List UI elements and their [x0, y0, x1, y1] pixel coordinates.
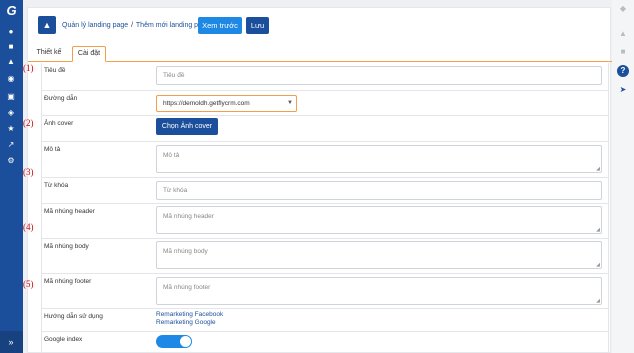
remarketing-facebook-link[interactable]: Remarketing Facebook [156, 311, 223, 319]
annotation-marker: (3) [23, 167, 34, 177]
resize-handle-icon[interactable]: ◢ [596, 167, 600, 172]
description-placeholder: Mô tả [163, 152, 180, 159]
body-code-placeholder: Mã nhúng body [163, 248, 208, 255]
star-icon[interactable]: ★ [4, 124, 18, 134]
team-icon[interactable]: ▲ [4, 57, 18, 67]
remarketing-google-link[interactable]: Remarketing Google [156, 319, 223, 327]
breadcrumb-separator: / [131, 22, 134, 29]
preview-button[interactable]: Xem trước [198, 17, 242, 34]
keywords-input[interactable]: Từ khóa [156, 181, 602, 200]
right-rail: ◆ ▲ ■ ? ➤ [612, 0, 634, 353]
target-icon[interactable]: ◉ [4, 74, 18, 84]
path-select[interactable]: https://demoldh.getflycrm.com ▼ [156, 95, 297, 112]
sidebar-footer: » [0, 331, 23, 353]
user-icon[interactable]: ● [4, 27, 18, 37]
choose-cover-button[interactable]: Chọn Ảnh cover [156, 118, 218, 135]
path-label: Đường dẫn [44, 95, 78, 102]
body-code-textarea[interactable]: Mã nhúng body ◢ [156, 241, 602, 269]
header-code-textarea[interactable]: Mã nhúng header ◢ [156, 206, 602, 234]
body-code-row: Mã nhúng body Mã nhúng body ◢ [42, 239, 608, 274]
path-row: Đường dẫn https://demoldh.getflycrm.com … [42, 91, 608, 116]
title-label: Tiêu đề [44, 67, 66, 74]
briefcase-icon[interactable]: ■ [4, 42, 18, 52]
resize-handle-icon[interactable]: ◢ [596, 299, 600, 304]
tab-design[interactable]: Thiết kế [36, 46, 62, 62]
tag-icon[interactable]: ◆ [617, 3, 629, 15]
keywords-row: Từ khóa Từ khóa [42, 178, 608, 204]
chat-icon[interactable]: ■ [617, 46, 629, 58]
footer-code-row: Mã nhúng footer Mã nhúng footer ◢ [42, 274, 608, 309]
main-card: ▲ Quản lý landing page / Thêm mới landin… [27, 7, 612, 353]
resize-handle-icon[interactable]: ◢ [596, 263, 600, 268]
rocket-icon[interactable]: ➤ [617, 84, 629, 96]
annotation-marker: (4) [23, 222, 34, 232]
guide-row: Hướng dẫn sử dụng Remarketing Facebook R… [42, 309, 608, 332]
description-row: Mô tả Mô tả ◢ [42, 142, 608, 178]
save-button[interactable]: Lưu [246, 17, 269, 34]
cover-label: Ảnh cover [44, 120, 74, 127]
title-input[interactable]: Tiêu đề [156, 66, 602, 85]
google-index-toggle[interactable] [156, 335, 192, 348]
annotation-marker: (1) [23, 63, 34, 73]
description-textarea[interactable]: Mô tả ◢ [156, 145, 602, 173]
left-sidebar: G ● ■ ▲ ◉ ▣ ◈ ★ ↗ ⚙ » [0, 0, 23, 353]
network-icon[interactable]: ◈ [4, 108, 18, 118]
header-code-label: Mã nhúng header [44, 208, 95, 215]
annotation-marker: (2) [23, 118, 34, 128]
title-row: Tiêu đề Tiêu đề [42, 63, 608, 91]
breadcrumb: Quản lý landing page / Thêm mới landing … [62, 22, 210, 29]
cover-row: Ảnh cover Chọn Ảnh cover [42, 116, 608, 142]
landing-page-icon[interactable]: ▲ [38, 16, 56, 34]
expand-sidebar-icon[interactable]: » [4, 337, 18, 347]
header-code-placeholder: Mã nhúng header [163, 213, 214, 220]
description-label: Mô tả [44, 146, 61, 153]
cart-icon[interactable]: ▣ [4, 92, 18, 102]
gear-icon[interactable]: ⚙ [4, 156, 18, 166]
footer-code-label: Mã nhúng footer [44, 278, 92, 285]
google-index-label: Google index [44, 336, 83, 343]
chart-icon[interactable]: ↗ [4, 140, 18, 150]
keywords-label: Từ khóa [44, 182, 69, 189]
toggle-knob [180, 336, 191, 347]
breadcrumb-parent-link[interactable]: Quản lý landing page [62, 22, 128, 29]
footer-code-placeholder: Mã nhúng footer [163, 284, 211, 291]
tab-bar: Thiết kế Cài đặt [28, 44, 612, 62]
bell-icon[interactable]: ▲ [617, 28, 629, 40]
settings-form: Tiêu đề Tiêu đề Đường dẫn https://demold… [41, 63, 609, 352]
chevron-down-icon: ▼ [287, 100, 293, 106]
guide-links: Remarketing Facebook Remarketing Google [156, 311, 223, 327]
google-index-row: Google index [42, 332, 608, 352]
annotation-marker: (5) [23, 279, 34, 289]
resize-handle-icon[interactable]: ◢ [596, 228, 600, 233]
footer-code-textarea[interactable]: Mã nhúng footer ◢ [156, 277, 602, 305]
header-code-row: Mã nhúng header Mã nhúng header ◢ [42, 204, 608, 239]
body-code-label: Mã nhúng body [44, 243, 89, 250]
tab-settings[interactable]: Cài đặt [72, 46, 106, 62]
path-value: https://demoldh.getflycrm.com [163, 100, 250, 107]
help-icon[interactable]: ? [617, 65, 629, 77]
app-logo[interactable]: G [3, 3, 20, 18]
guide-label: Hướng dẫn sử dụng [44, 313, 103, 320]
